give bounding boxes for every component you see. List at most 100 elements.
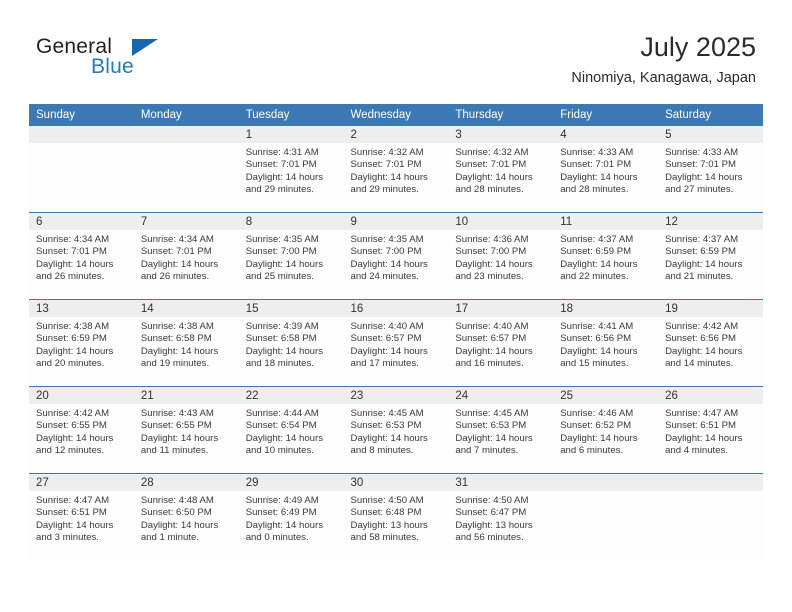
daylight-text-line1: Daylight: 14 hours	[560, 258, 638, 270]
daylight-text-line1: Daylight: 14 hours	[140, 345, 219, 357]
calendar-day-cell[interactable]: 18 Sunrise: 4:41 AM Sunset: 6:56 PM Dayligh…	[553, 299, 659, 387]
day-cell-inner: 24 Sunrise: 4:45 AM Sunset: 6:53 PM Dayligh…	[448, 387, 554, 473]
day-cell-inner: 13 Sunrise: 4:38 AM Sunset: 6:59 PM Dayligh…	[29, 300, 134, 386]
daylight-text-line2: and 7 minutes.	[455, 445, 519, 457]
daylight-text-line2: and 12 minutes.	[36, 445, 105, 457]
calendar-day-cell[interactable]: 12 Sunrise: 4:37 AM Sunset: 6:59 PM Dayligh…	[658, 212, 763, 300]
day-cell-inner: 18 Sunrise: 4:41 AM Sunset: 6:56 PM Dayligh…	[553, 300, 659, 386]
day-number: 15	[238, 300, 344, 317]
calendar-day-cell[interactable]: 7 Sunrise: 4:34 AM Sunset: 7:01 PM Daylight…	[133, 212, 239, 300]
day-cell-inner: 1 Sunrise: 4:31 AM Sunset: 7:01 PM Daylight…	[238, 126, 344, 212]
daylight-text-line2: and 26 minutes.	[36, 271, 105, 283]
day-cell-inner: 7 Sunrise: 4:34 AM Sunset: 7:01 PM Daylight…	[133, 213, 239, 299]
sunrise-text: Sunrise: 4:37 AM	[560, 234, 634, 245]
sunset-text: Sunset: 6:58 PM	[140, 333, 212, 345]
calendar-day-cell[interactable]: 27 Sunrise: 4:47 AM Sunset: 6:51 PM Dayligh…	[29, 473, 134, 560]
daylight-text-line1: Daylight: 14 hours	[140, 519, 219, 531]
calendar-day-cell[interactable]: 4 Sunrise: 4:33 AM Sunset: 7:01 PM Daylight…	[553, 126, 659, 213]
day-number: 26	[658, 387, 763, 404]
sunset-text: Sunset: 7:01 PM	[665, 159, 736, 171]
sunset-text: Sunset: 7:01 PM	[36, 246, 107, 258]
calendar-day-cell[interactable]: 19 Sunrise: 4:42 AM Sunset: 6:56 PM Dayligh…	[658, 299, 763, 387]
daylight-text-line1: Daylight: 14 hours	[665, 258, 743, 270]
sunrise-text: Sunrise: 4:43 AM	[140, 408, 214, 419]
daylight-text-line1: Daylight: 14 hours	[245, 432, 324, 444]
day-number: 22	[238, 387, 344, 404]
daylight-text-line1: Daylight: 14 hours	[455, 171, 533, 183]
triangle-flag-icon	[132, 39, 158, 56]
day-cell-details: Sunrise: 4:33 AM Sunset: 7:01 PM Daylight:…	[553, 143, 658, 197]
day-cell-details: Sunrise: 4:42 AM Sunset: 6:55 PM Daylight:…	[29, 404, 134, 458]
weekday-header-row: Sunday Monday Tuesday Wednesday Thursday…	[29, 104, 763, 126]
day-number: 2	[343, 126, 449, 143]
day-cell-details: Sunrise: 4:37 AM Sunset: 6:59 PM Daylight:…	[553, 230, 658, 284]
calendar-day-cell[interactable]: 26 Sunrise: 4:47 AM Sunset: 6:51 PM Dayligh…	[658, 386, 763, 474]
calendar-day-cell[interactable]: 8 Sunrise: 4:35 AM Sunset: 7:00 PM Daylight…	[238, 212, 344, 300]
day-number	[29, 126, 134, 143]
daylight-text-line1: Daylight: 14 hours	[36, 519, 114, 531]
daylight-text-line1: Daylight: 14 hours	[350, 258, 428, 270]
calendar-day-cell[interactable]: 17 Sunrise: 4:40 AM Sunset: 6:57 PM Dayligh…	[448, 299, 554, 387]
day-cell-inner: 9 Sunrise: 4:35 AM Sunset: 7:00 PM Daylight…	[343, 213, 449, 299]
calendar-day-cell[interactable]: 21 Sunrise: 4:43 AM Sunset: 6:55 PM Dayligh…	[133, 386, 239, 474]
day-cell-inner: 17 Sunrise: 4:40 AM Sunset: 6:57 PM Dayligh…	[448, 300, 554, 386]
calendar-day-cell[interactable]: 20 Sunrise: 4:42 AM Sunset: 6:55 PM Dayligh…	[29, 386, 134, 474]
day-number: 25	[553, 387, 659, 404]
calendar-day-cell[interactable]: 15 Sunrise: 4:39 AM Sunset: 6:58 PM Dayligh…	[238, 299, 344, 387]
day-number: 1	[238, 126, 344, 143]
daylight-text-line2: and 22 minutes.	[560, 271, 629, 283]
calendar-day-cell[interactable]: 31 Sunrise: 4:50 AM Sunset: 6:47 PM Dayligh…	[448, 473, 554, 560]
daylight-text-line2: and 56 minutes.	[455, 532, 524, 544]
daylight-text-line2: and 20 minutes.	[36, 358, 105, 370]
calendar-day-cell[interactable]: 14 Sunrise: 4:38 AM Sunset: 6:58 PM Dayligh…	[133, 299, 239, 387]
sunrise-text: Sunrise: 4:44 AM	[245, 408, 319, 419]
calendar-day-cell[interactable]: 11 Sunrise: 4:37 AM Sunset: 6:59 PM Dayligh…	[553, 212, 659, 300]
sunset-text: Sunset: 6:51 PM	[36, 507, 107, 519]
calendar-day-cell[interactable]: 10 Sunrise: 4:36 AM Sunset: 7:00 PM Dayligh…	[448, 212, 554, 300]
calendar-day-cell[interactable]: 2 Sunrise: 4:32 AM Sunset: 7:01 PM Daylight…	[343, 126, 449, 213]
calendar-day-cell[interactable]: 16 Sunrise: 4:40 AM Sunset: 6:57 PM Dayligh…	[343, 299, 449, 387]
calendar-day-cell[interactable]: 30 Sunrise: 4:50 AM Sunset: 6:48 PM Dayligh…	[343, 473, 449, 560]
day-cell-inner: 12 Sunrise: 4:37 AM Sunset: 6:59 PM Dayligh…	[658, 213, 763, 299]
calendar-day-cell[interactable]: 9 Sunrise: 4:35 AM Sunset: 7:00 PM Daylight…	[343, 212, 449, 300]
daylight-text-line2: and 16 minutes.	[455, 358, 524, 370]
calendar-day-cell[interactable]: 5 Sunrise: 4:33 AM Sunset: 7:01 PM Daylight…	[658, 126, 763, 213]
calendar-day-cell[interactable]: 6 Sunrise: 4:34 AM Sunset: 7:01 PM Daylight…	[29, 212, 134, 300]
sunrise-text: Sunrise: 4:36 AM	[455, 234, 529, 245]
day-cell-details: Sunrise: 4:32 AM Sunset: 7:01 PM Daylight:…	[344, 143, 449, 197]
calendar-day-cell[interactable]: 3 Sunrise: 4:32 AM Sunset: 7:01 PM Daylight…	[448, 126, 554, 213]
calendar-day-cell[interactable]: 29 Sunrise: 4:49 AM Sunset: 6:49 PM Dayligh…	[238, 473, 344, 560]
calendar-head: Sunday Monday Tuesday Wednesday Thursday…	[29, 104, 763, 126]
sunrise-text: Sunrise: 4:45 AM	[350, 408, 424, 419]
calendar-body: 1 Sunrise: 4:31 AM Sunset: 7:01 PM Daylight…	[29, 126, 763, 560]
daylight-text-line1: Daylight: 14 hours	[350, 432, 428, 444]
day-cell-details: Sunrise: 4:39 AM Sunset: 6:58 PM Daylight:…	[239, 317, 344, 371]
sunset-text: Sunset: 6:59 PM	[36, 333, 107, 345]
calendar-day-cell[interactable]: 13 Sunrise: 4:38 AM Sunset: 6:59 PM Dayligh…	[29, 299, 134, 387]
calendar-day-cell[interactable]: 1 Sunrise: 4:31 AM Sunset: 7:01 PM Daylight…	[238, 126, 344, 213]
daylight-text-line1: Daylight: 14 hours	[245, 171, 324, 183]
calendar-day-cell[interactable]: 23 Sunrise: 4:45 AM Sunset: 6:53 PM Dayligh…	[343, 386, 449, 474]
calendar-day-cell[interactable]: 25 Sunrise: 4:46 AM Sunset: 6:52 PM Dayligh…	[553, 386, 659, 474]
daylight-text-line2: and 26 minutes.	[140, 271, 210, 283]
calendar-week-row: 1 Sunrise: 4:31 AM Sunset: 7:01 PM Daylight…	[29, 126, 763, 213]
weekday-header-thursday: Thursday	[448, 104, 554, 126]
calendar-day-cell[interactable]: 28 Sunrise: 4:48 AM Sunset: 6:50 PM Dayligh…	[133, 473, 239, 560]
sunrise-text: Sunrise: 4:38 AM	[36, 321, 110, 332]
day-cell-inner: 10 Sunrise: 4:36 AM Sunset: 7:00 PM Dayligh…	[448, 213, 554, 299]
sunset-text: Sunset: 7:00 PM	[245, 246, 317, 258]
day-cell-inner: 26 Sunrise: 4:47 AM Sunset: 6:51 PM Dayligh…	[658, 387, 763, 473]
calendar-day-cell-empty	[553, 473, 659, 560]
calendar-day-cell[interactable]: 22 Sunrise: 4:44 AM Sunset: 6:54 PM Dayligh…	[238, 386, 344, 474]
sunrise-text: Sunrise: 4:34 AM	[36, 234, 110, 245]
calendar-day-cell[interactable]: 24 Sunrise: 4:45 AM Sunset: 6:53 PM Dayligh…	[448, 386, 554, 474]
sunrise-text: Sunrise: 4:40 AM	[350, 321, 424, 332]
daylight-text-line2: and 1 minute.	[140, 532, 199, 544]
daylight-text-line2: and 14 minutes.	[665, 358, 734, 370]
location-subtitle: Ninomiya, Kanagawa, Japan	[571, 70, 756, 86]
sunrise-text: Sunrise: 4:38 AM	[140, 321, 214, 332]
daylight-text-line2: and 58 minutes.	[350, 532, 419, 544]
day-number: 12	[658, 213, 763, 230]
day-cell-details: Sunrise: 4:50 AM Sunset: 6:48 PM Daylight:…	[344, 491, 449, 545]
brand-logo[interactable]: General Blue	[36, 36, 216, 84]
